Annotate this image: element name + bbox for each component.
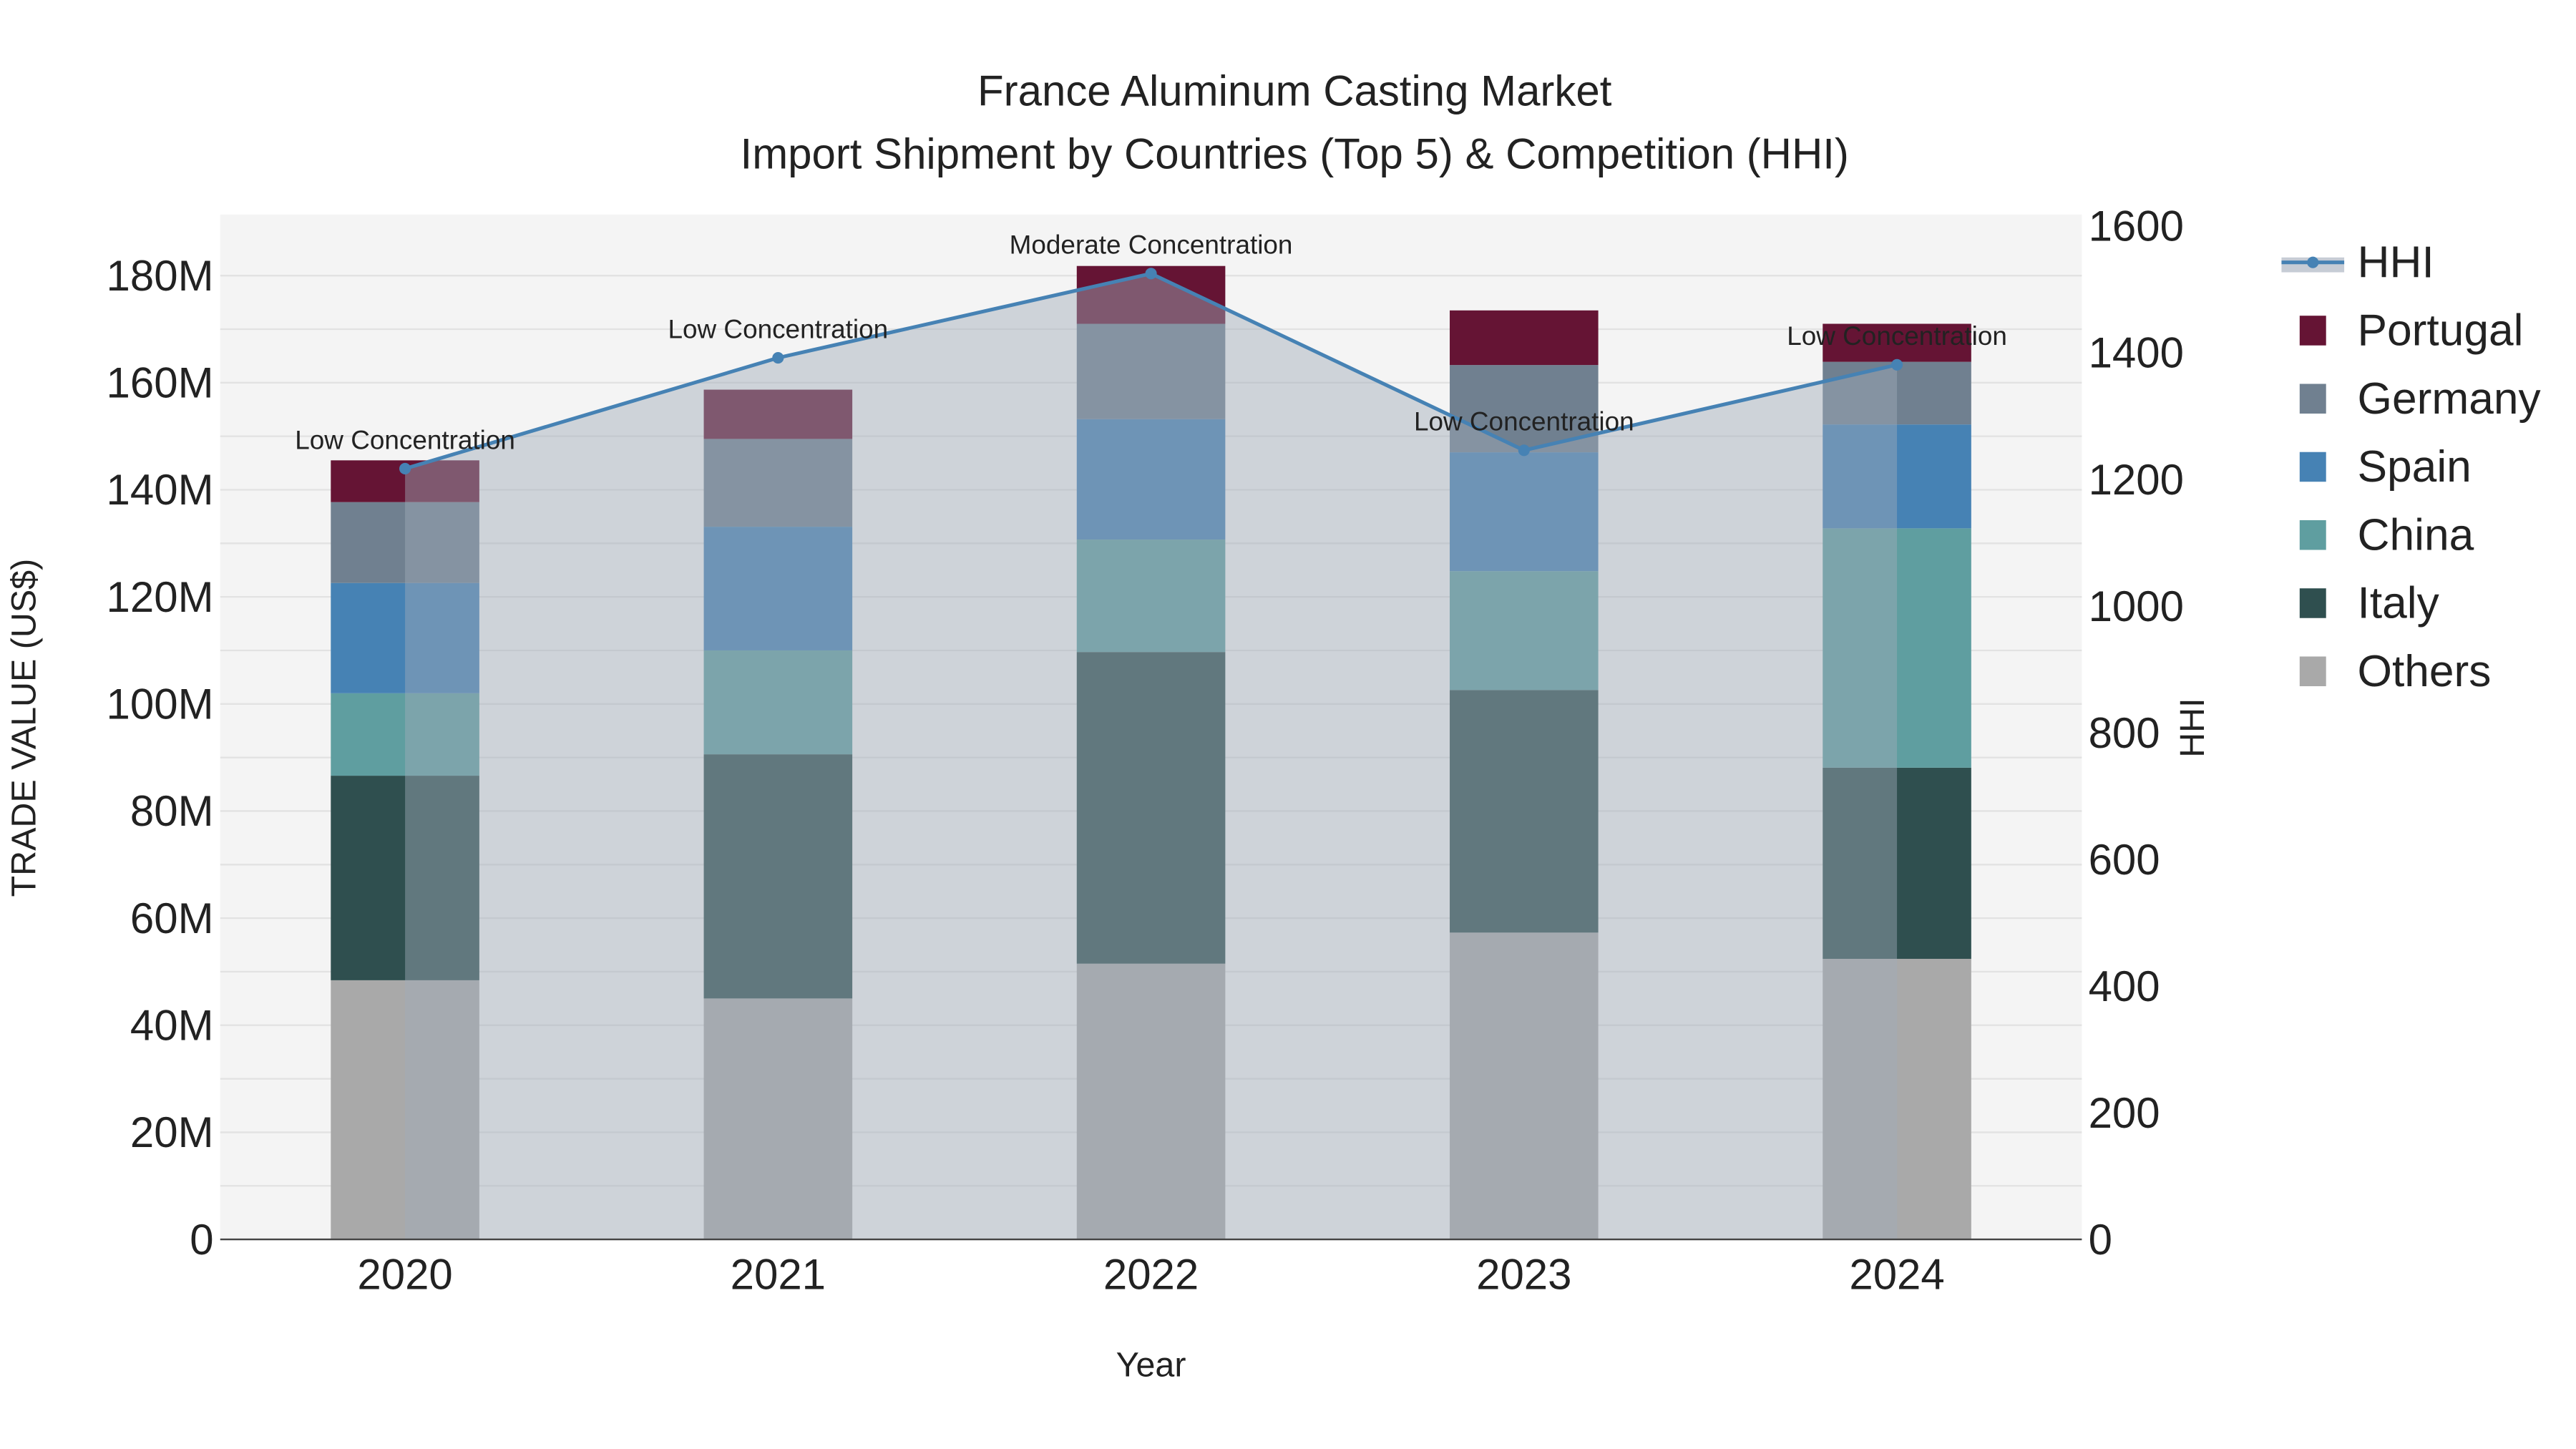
- hhi-area: [405, 273, 1898, 1240]
- y2-tick-label: 0: [2089, 1216, 2112, 1264]
- hhi-annotation: Low Concentration: [1787, 321, 2007, 351]
- x-axis-title: Year: [1116, 1346, 1186, 1385]
- legend-hhi-marker: [2307, 256, 2319, 268]
- y-tick-label: 160M: [107, 359, 214, 407]
- y-axis-title: TRADE VALUE (US$): [4, 559, 43, 897]
- legend-swatch-spain: [2299, 452, 2326, 482]
- y-tick-label: 140M: [107, 466, 214, 514]
- legend-label-germany: Germany: [2358, 374, 2542, 424]
- y2-tick-label: 600: [2089, 836, 2160, 884]
- y-tick-label: 0: [190, 1216, 213, 1264]
- y2-tick-label: 1400: [2089, 329, 2184, 377]
- hhi-annotation: Moderate Concentration: [1010, 230, 1293, 260]
- y2-tick-label: 800: [2089, 709, 2160, 757]
- hhi-annotation: Low Concentration: [668, 314, 889, 343]
- hhi-point-2023: [1518, 444, 1530, 457]
- y-tick-label: 100M: [107, 680, 214, 728]
- y-tick-label: 20M: [130, 1108, 214, 1156]
- hhi-point-2021: [772, 351, 784, 364]
- legend-swatch-others: [2299, 656, 2326, 686]
- chart: Low Concentration Low Concentration Modera…: [4, 67, 2542, 1385]
- hhi-annotation: Low Concentration: [295, 425, 515, 454]
- y2-tick-label: 1200: [2089, 456, 2184, 504]
- y2-tick-label: 200: [2089, 1089, 2160, 1137]
- chart-subtitle: Import Shipment by Countries (Top 5) & C…: [741, 130, 1849, 177]
- y-tick-label: 80M: [130, 787, 214, 835]
- x-tick-label: 2021: [731, 1250, 826, 1298]
- y-tick-label: 40M: [130, 1002, 214, 1050]
- legend-swatch-portugal: [2299, 316, 2326, 346]
- hhi-point-2020: [399, 462, 411, 475]
- x-tick-label: 2022: [1103, 1250, 1199, 1298]
- x-tick-label: 2020: [357, 1250, 452, 1298]
- legend-label-hhi: HHI: [2358, 238, 2434, 287]
- legend-label-italy: Italy: [2358, 579, 2440, 628]
- legend-swatch-italy: [2299, 588, 2326, 618]
- y2-axis-title: HHI: [2173, 698, 2212, 757]
- legend-label-portugal: Portugal: [2358, 306, 2524, 356]
- y-tick-label: 180M: [107, 252, 214, 300]
- legend-label-china: China: [2358, 510, 2474, 560]
- hhi-point-2024: [1890, 358, 1903, 371]
- chart-title: France Aluminum Casting Market: [977, 67, 1612, 115]
- legend-swatch-germany: [2299, 384, 2326, 414]
- legend-swatch-china: [2299, 519, 2326, 550]
- x-tick-label: 2024: [1849, 1250, 1944, 1298]
- y2-tick-label: 1600: [2089, 203, 2184, 250]
- bar-portugal-2023: [1450, 310, 1599, 366]
- hhi-annotation: Low Concentration: [1414, 407, 1634, 436]
- hhi-point-2022: [1145, 268, 1157, 280]
- y2-tick-label: 1000: [2089, 582, 2184, 630]
- y-tick-label: 60M: [130, 894, 214, 942]
- y-tick-label: 120M: [107, 573, 214, 621]
- legend-label-others: Others: [2358, 647, 2492, 696]
- legend-label-spain: Spain: [2358, 442, 2472, 492]
- y2-tick-label: 400: [2089, 962, 2160, 1010]
- x-tick-label: 2023: [1476, 1250, 1571, 1298]
